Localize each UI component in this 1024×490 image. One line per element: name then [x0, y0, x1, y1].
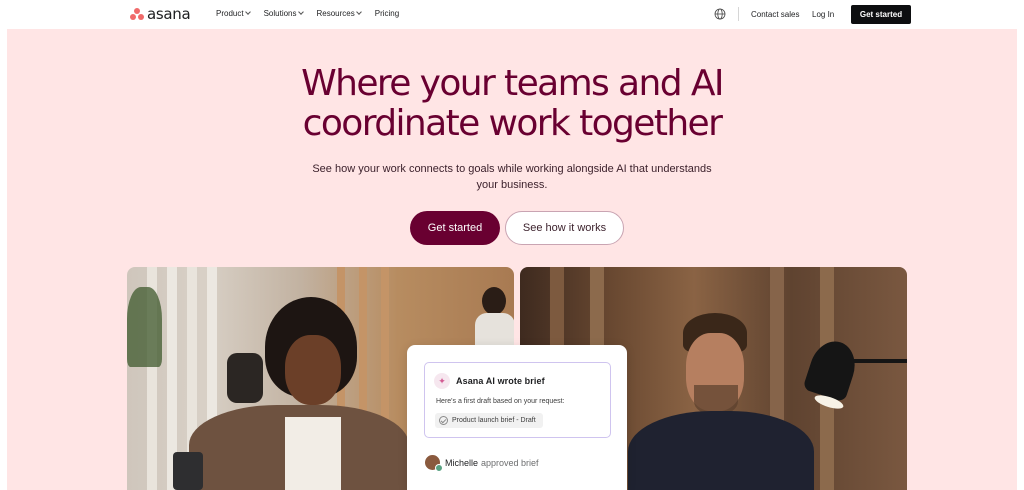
nav-get-started-button[interactable]: Get started	[851, 5, 911, 24]
menu-item-pricing[interactable]: Pricing	[375, 9, 399, 18]
background-person	[227, 353, 263, 403]
hero-subheading: See how your work connects to goals whil…	[312, 163, 712, 191]
top-navigation: asana Product Solutions Resources Pricin…	[0, 0, 1024, 29]
menu-item-label: Product	[216, 9, 244, 18]
check-circle-icon	[439, 416, 448, 425]
ai-card-body: Here's a first draft based on your reque…	[436, 398, 565, 405]
approval-row: Michelle approved brief	[425, 455, 539, 472]
see-how-it-works-button[interactable]: See how it works	[505, 211, 624, 245]
logo-text: asana	[147, 5, 191, 23]
ai-card-title: Asana AI wrote brief	[456, 376, 545, 386]
approval-text: approved brief	[481, 457, 539, 468]
woman-face	[285, 335, 341, 405]
chevron-down-icon	[355, 9, 362, 15]
background-person-head	[482, 287, 506, 315]
approved-check-badge	[435, 464, 443, 472]
asana-logo-icon	[130, 8, 144, 20]
menu-item-label: Resources	[316, 9, 355, 18]
avatar	[425, 455, 443, 472]
headline-line-1: Where your teams and AI	[301, 63, 724, 104]
desk-lamp-shade	[802, 335, 862, 403]
chevron-down-icon	[244, 9, 251, 15]
globe-icon[interactable]	[714, 8, 726, 20]
draft-brief-pill[interactable]: Product launch brief - Draft	[435, 413, 543, 428]
approver-name: Michelle	[445, 457, 479, 468]
log-in-link[interactable]: Log In	[812, 10, 834, 19]
office-chair	[173, 452, 203, 490]
get-started-button[interactable]: Get started	[410, 211, 500, 245]
hero-headline: Where your teams and AI coordinate work …	[0, 64, 1024, 144]
ai-brief-card[interactable]: ✦ Asana AI wrote brief Here's a first dr…	[424, 362, 611, 438]
menu-item-solutions[interactable]: Solutions	[263, 9, 304, 18]
nav-divider	[738, 7, 739, 21]
sparkle-icon: ✦	[434, 373, 450, 389]
plant	[127, 287, 162, 367]
menu-item-resources[interactable]: Resources	[316, 9, 362, 18]
menu-item-label: Solutions	[263, 9, 297, 18]
headline-line-2: coordinate work together	[302, 103, 723, 144]
chevron-down-icon	[297, 9, 304, 15]
menu-item-label: Pricing	[374, 9, 400, 18]
menu-item-product[interactable]: Product	[216, 9, 251, 18]
man-shirt	[628, 411, 814, 490]
main-menu: Product Solutions Resources Pricing	[216, 9, 399, 18]
desk-lamp-arm	[845, 359, 907, 363]
draft-brief-label: Product launch brief - Draft	[452, 417, 536, 424]
ai-brief-panel: ✦ Asana AI wrote brief Here's a first dr…	[407, 345, 627, 490]
asana-logo[interactable]: asana	[130, 5, 191, 23]
woman-shirt	[285, 417, 341, 490]
contact-sales-link[interactable]: Contact sales	[751, 10, 799, 19]
